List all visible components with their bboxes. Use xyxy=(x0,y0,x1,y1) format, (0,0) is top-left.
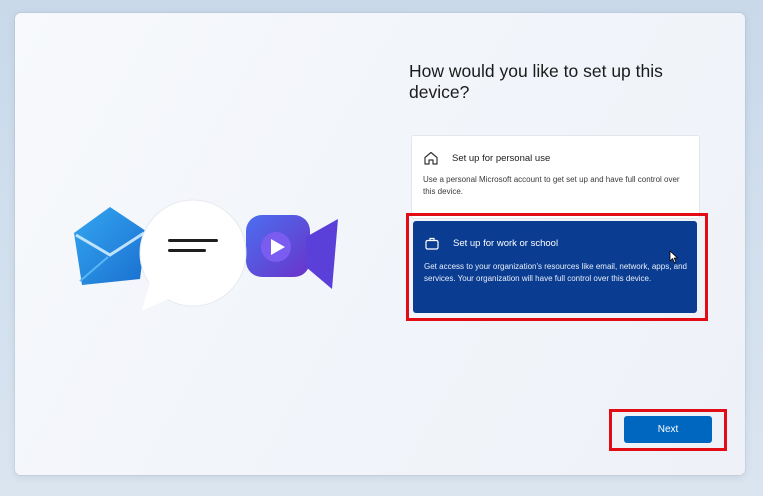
option-description-personal: Use a personal Microsoft account to get … xyxy=(423,175,680,196)
next-button[interactable]: Next xyxy=(624,416,712,443)
option-card-personal[interactable]: Set up for personal use Use a personal M… xyxy=(411,135,700,219)
option-card-work[interactable]: Set up for work or school Get access to … xyxy=(413,221,697,313)
option-title-personal: Set up for personal use xyxy=(452,153,551,164)
mouse-cursor-icon xyxy=(669,250,678,264)
option-title-work: Set up for work or school xyxy=(453,238,559,249)
chat-bubble-icon xyxy=(139,199,247,311)
mail-icon xyxy=(74,207,146,285)
video-camera-icon xyxy=(246,215,338,289)
option-description-work: Get access to your organization's resour… xyxy=(424,262,687,283)
setup-illustration xyxy=(74,199,338,311)
briefcase-icon xyxy=(425,237,439,250)
page-title: How would you like to set up this device… xyxy=(409,61,663,102)
home-icon xyxy=(424,151,438,165)
setup-window: How would you like to set up this device… xyxy=(15,13,745,475)
